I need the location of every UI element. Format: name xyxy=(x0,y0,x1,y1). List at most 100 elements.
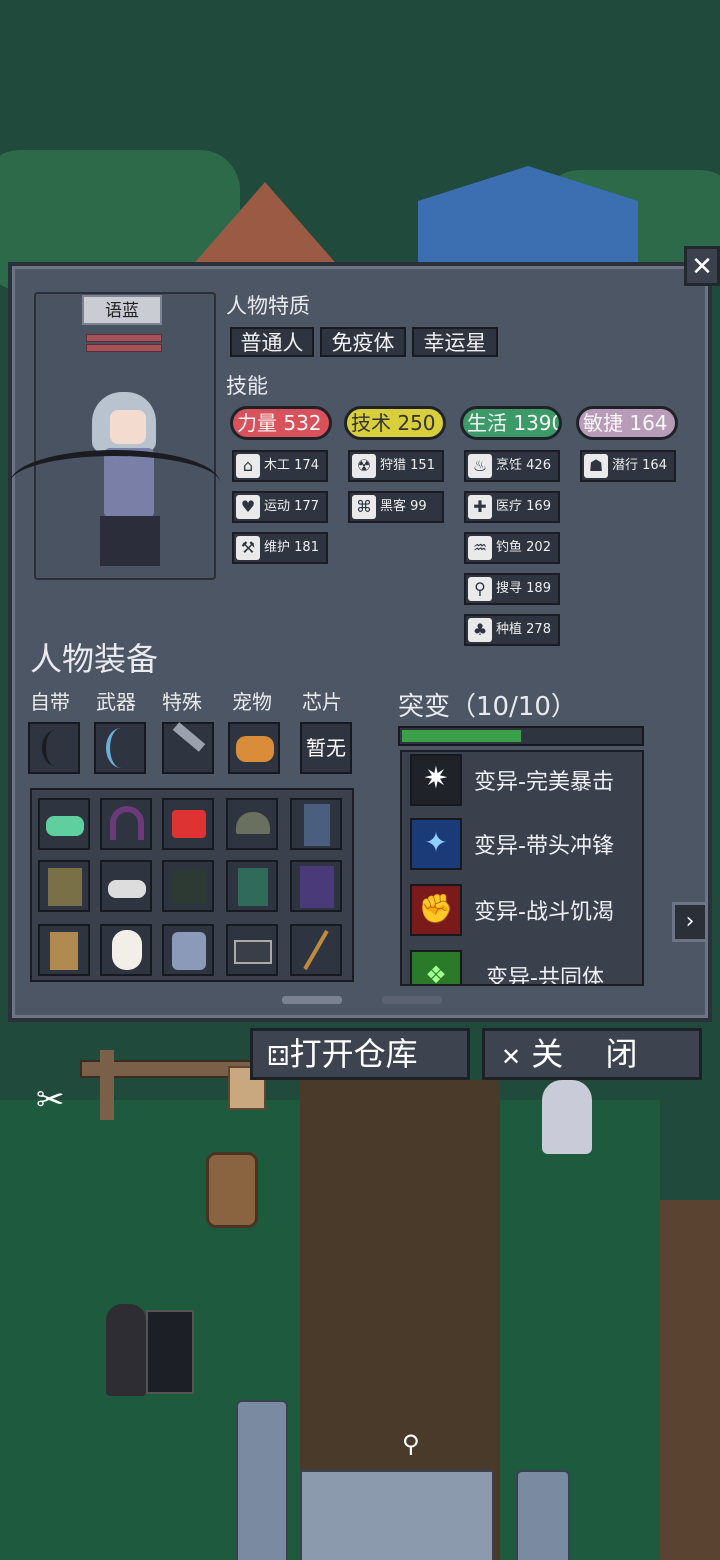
heart-icon: ♥ xyxy=(236,495,260,519)
next-page-arrow-icon[interactable]: › xyxy=(672,902,708,942)
skill-hacking[interactable]: ⌘ 黑客 99 xyxy=(348,491,444,523)
inventory-slot[interactable] xyxy=(290,924,342,976)
trait-tag[interactable]: 普通人 xyxy=(230,327,314,357)
mutation-item[interactable]: ✷ 变异-完美暴击 xyxy=(408,752,640,808)
skill-value: 278 xyxy=(526,622,551,637)
skill-value: 202 xyxy=(526,540,551,555)
mutation-name: 变异-带头冲锋 xyxy=(474,834,614,859)
stat-life[interactable]: 生活 1390 xyxy=(460,406,562,440)
stat-agility[interactable]: 敏捷 164 xyxy=(576,406,678,440)
open-storage-label: 打开仓库 xyxy=(289,1035,418,1073)
skill-name: 烹饪 xyxy=(496,458,523,473)
bow-weapon xyxy=(10,450,220,516)
kunai-icon xyxy=(172,722,206,752)
shoes-icon xyxy=(108,880,146,898)
inventory-slot[interactable] xyxy=(290,798,342,850)
character-name: 语蓝 xyxy=(82,295,162,325)
chip-slot[interactable]: 暂无 xyxy=(300,722,352,774)
mutation-item[interactable]: ✊ 变异-战斗饥渴 xyxy=(408,882,640,938)
mutation-list[interactable]: ✷ 变异-完美暴击 ✦ 变异-带头冲锋 ✊ 变异-战斗饥渴 ❖ 变异-共同体 xyxy=(400,750,644,986)
inventory-slot[interactable] xyxy=(100,924,152,976)
stone-pillar-left xyxy=(236,1400,288,1560)
sneak-icon: ☗ xyxy=(584,454,608,478)
angel-icon: ✦ xyxy=(410,818,462,870)
open-storage-button[interactable]: ⚃打开仓库 xyxy=(250,1028,470,1080)
skill-value: 426 xyxy=(526,458,551,473)
skill-carpentry[interactable]: ⌂ 木工 174 xyxy=(232,450,328,482)
magnifier-icon: ⚲ xyxy=(468,577,492,601)
stat-tech[interactable]: 技术 250 xyxy=(344,406,446,440)
boots-icon xyxy=(50,932,78,970)
skill-sports[interactable]: ♥ 运动 177 xyxy=(232,491,328,523)
community-icon: ❖ xyxy=(410,950,462,984)
tshirt-icon xyxy=(172,870,206,904)
skill-value: 181 xyxy=(294,540,319,555)
skill-name: 医疗 xyxy=(496,499,523,514)
innate-slot[interactable] xyxy=(28,722,80,774)
skill-search[interactable]: ⚲ 搜寻 189 xyxy=(464,573,560,605)
wrench-icon: ⚒ xyxy=(236,536,260,560)
hockey-mask-icon xyxy=(112,930,142,970)
slot-label-pet: 宠物 xyxy=(232,690,272,714)
inventory-slot[interactable] xyxy=(100,860,152,912)
skill-fishing[interactable]: ♒ 钓鱼 202 xyxy=(464,532,560,564)
stone-steps xyxy=(300,1470,494,1560)
radiation-icon: ☢ xyxy=(352,454,376,478)
stat-value: 164 xyxy=(629,411,668,435)
skill-medical[interactable]: ✚ 医疗 169 xyxy=(464,491,560,523)
weapon-slot[interactable] xyxy=(94,722,146,774)
skill-hunting[interactable]: ☢ 狩猎 151 xyxy=(348,450,444,482)
bow-icon xyxy=(106,728,136,768)
dirt-right xyxy=(660,1200,720,1560)
inventory-slot[interactable] xyxy=(226,798,278,850)
inventory-slot[interactable] xyxy=(162,860,214,912)
headphones-icon xyxy=(110,806,144,840)
page-indicator-1[interactable] xyxy=(282,996,342,1004)
stat-name: 生活 xyxy=(467,411,507,435)
inventory-slot[interactable] xyxy=(162,798,214,850)
pet-slot[interactable] xyxy=(228,722,280,774)
close-button[interactable]: ✕ 关 闭 xyxy=(482,1028,702,1080)
player-character[interactable] xyxy=(542,1080,592,1154)
mutation-name: 变异-共同体 xyxy=(486,966,604,986)
suit-icon xyxy=(300,866,334,908)
stat-name: 力量 xyxy=(237,411,277,435)
inventory-slot[interactable] xyxy=(38,924,90,976)
skill-name: 种植 xyxy=(496,622,523,637)
inventory-slot[interactable] xyxy=(38,860,90,912)
skill-planting[interactable]: ♣ 种植 278 xyxy=(464,614,560,646)
inventory-slot[interactable] xyxy=(226,924,278,976)
inventory-slot[interactable] xyxy=(290,860,342,912)
vest-icon xyxy=(238,868,268,906)
stat-power[interactable]: 力量 532 xyxy=(230,406,332,440)
trait-tag[interactable]: 幸运星 xyxy=(412,327,498,357)
storage-icon: ⚃ xyxy=(267,1042,290,1072)
inventory-slot[interactable] xyxy=(38,798,90,850)
trait-tag[interactable]: 免疫体 xyxy=(320,327,406,357)
skill-maintenance[interactable]: ⚒ 维护 181 xyxy=(232,532,328,564)
mutation-item[interactable]: ❖ 变异-共同体 xyxy=(408,948,640,986)
skill-stealth[interactable]: ☗ 潜行 164 xyxy=(580,450,676,482)
slot-label-innate: 自带 xyxy=(30,690,70,714)
npc-character[interactable] xyxy=(106,1304,146,1396)
close-icon[interactable]: ✕ xyxy=(684,246,720,286)
skill-cooking[interactable]: ♨ 烹饪 426 xyxy=(464,450,560,482)
medkit-icon: ✚ xyxy=(468,495,492,519)
tools-icon[interactable]: ✂ xyxy=(36,1080,76,1120)
page-indicator-2[interactable] xyxy=(382,996,442,1004)
skill-value: 151 xyxy=(410,458,435,473)
skill-name: 维护 xyxy=(264,540,291,555)
slot-label-weapon: 武器 xyxy=(96,690,136,714)
health-bar xyxy=(86,334,162,342)
wooden-barrel xyxy=(206,1152,258,1228)
inventory-slot[interactable] xyxy=(100,798,152,850)
plant-icon: ♣ xyxy=(468,618,492,642)
skill-name: 搜寻 xyxy=(496,581,523,596)
mutation-item[interactable]: ✦ 变异-带头冲锋 xyxy=(408,816,640,872)
inventory-slot[interactable] xyxy=(226,860,278,912)
corgi-icon xyxy=(236,736,274,762)
mutation-progress-fill xyxy=(402,730,521,742)
slot-label-chip: 芯片 xyxy=(302,690,342,714)
special-slot[interactable] xyxy=(162,722,214,774)
inventory-slot[interactable] xyxy=(162,924,214,976)
